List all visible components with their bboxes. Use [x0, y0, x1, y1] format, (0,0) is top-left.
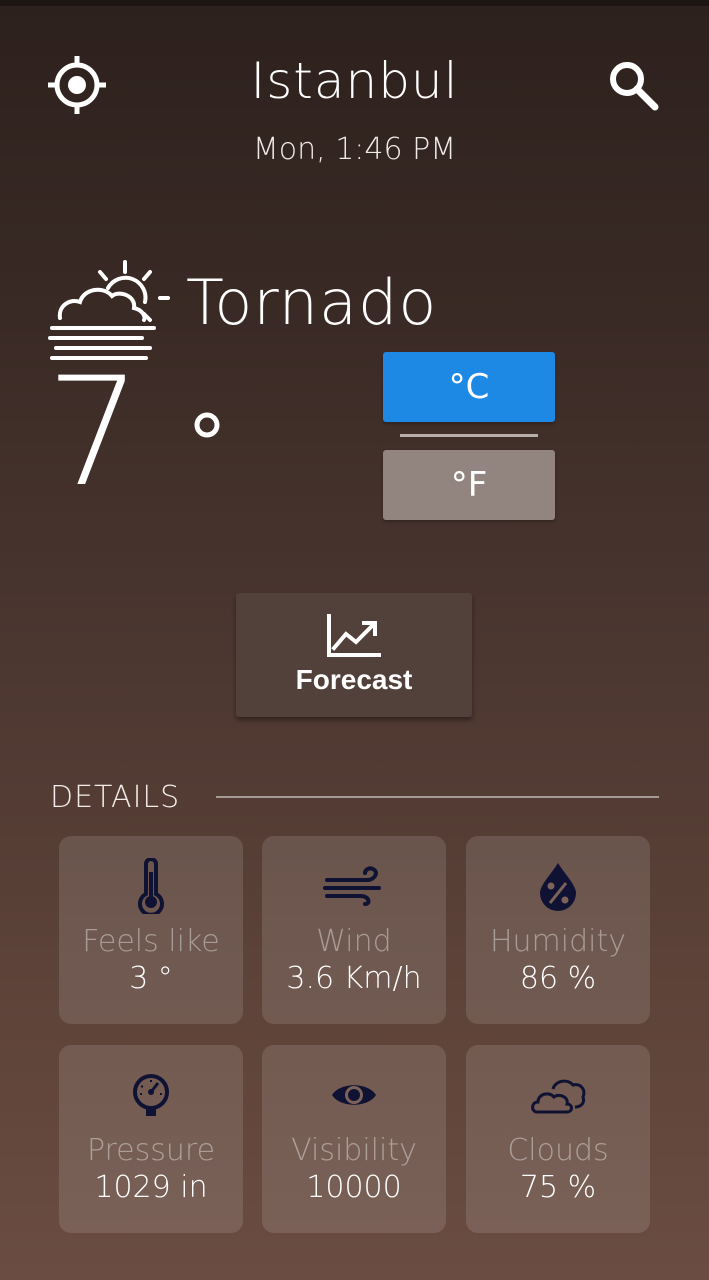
thermometer-icon — [136, 856, 166, 916]
detail-card-visibility: Visibility 10000 — [262, 1045, 446, 1233]
detail-value: 75 % — [519, 1170, 597, 1205]
pressure-gauge-icon — [131, 1065, 171, 1125]
trending-chart-icon — [327, 614, 381, 657]
detail-value: 3.6 Km/h — [286, 961, 422, 996]
detail-label: Pressure — [86, 1133, 216, 1168]
wind-icon — [323, 856, 385, 916]
celsius-button[interactable]: °C — [383, 352, 555, 422]
detail-card-humidity: Humidity 86 % — [466, 836, 650, 1024]
detail-label: Feels like — [82, 924, 220, 959]
humidity-drop-icon — [538, 856, 578, 916]
detail-card-feels-like: Feels like 3 ° — [59, 836, 243, 1024]
detail-value: 1029 in — [94, 1170, 208, 1205]
clouds-icon — [529, 1065, 587, 1125]
forecast-label: Forecast — [295, 664, 413, 695]
weather-condition: Tornado — [186, 266, 438, 339]
detail-label: Clouds — [507, 1133, 609, 1168]
detail-label: Visibility — [291, 1133, 417, 1168]
detail-value: 3 ° — [129, 961, 173, 996]
fahrenheit-button[interactable]: °F — [383, 450, 555, 520]
date-time: Mon, 1:46 PM — [252, 132, 457, 167]
detail-label: Wind — [316, 924, 392, 959]
search-icon[interactable] — [600, 52, 666, 118]
detail-card-clouds: Clouds 75 % — [466, 1045, 650, 1233]
status-bar — [0, 0, 709, 6]
degree-symbol — [192, 410, 222, 440]
details-heading: DETAILS — [50, 780, 181, 815]
detail-label: Humidity — [489, 924, 627, 959]
detail-value: 10000 — [306, 1170, 402, 1205]
detail-value: 86 % — [519, 961, 597, 996]
detail-card-pressure: Pressure 1029 in — [59, 1045, 243, 1233]
detail-card-wind: Wind 3.6 Km/h — [262, 836, 446, 1024]
details-divider — [216, 796, 659, 798]
forecast-button[interactable]: Forecast — [236, 593, 472, 717]
eye-icon — [330, 1065, 378, 1125]
unit-divider — [400, 434, 538, 437]
temperature-value: 7 — [46, 346, 142, 520]
